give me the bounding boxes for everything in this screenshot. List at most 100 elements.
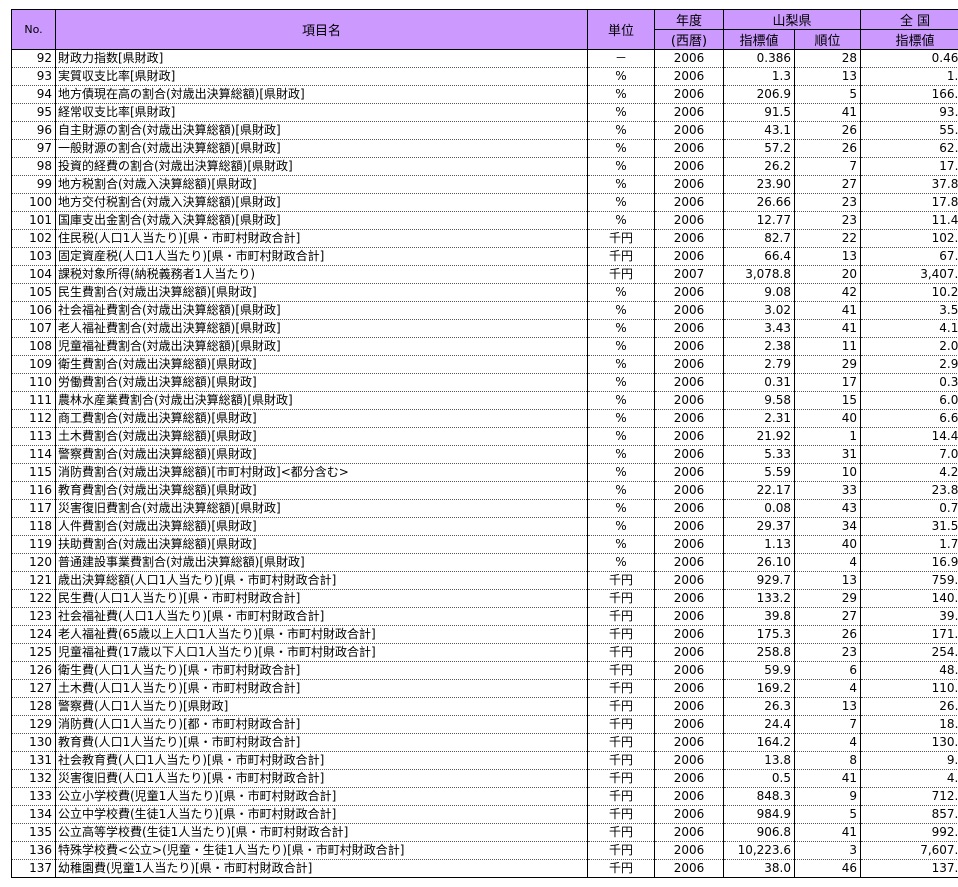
- row-item-name: 教育費(人口1人当たり)[県・市町村財政合計]: [55, 733, 588, 752]
- table-row: 137 幼稚園費(児童1人当たり)[県・市町村財政合計] 千円 2006 38.0 46 1…: [11, 859, 958, 878]
- row-number: 131: [11, 751, 56, 770]
- row-year: 2006: [654, 589, 724, 608]
- row-national-value: 55.2: [860, 121, 958, 140]
- row-unit: 千円: [587, 859, 655, 878]
- row-indicator-value: 57.2: [723, 139, 795, 158]
- row-rank: 13: [793, 247, 862, 266]
- row-national-value: 6.67: [860, 409, 958, 428]
- row-year: 2006: [654, 715, 724, 734]
- table-row: 104 課税対象所得(納税義務者1人当たり) 千円 2007 3,078.8 20 3,40…: [11, 265, 958, 284]
- row-number: 115: [11, 463, 56, 482]
- row-item-name: 消防費(人口1人当たり)[都・市町村財政合計]: [55, 715, 588, 734]
- row-rank: 41: [793, 769, 862, 788]
- row-rank: 29: [793, 355, 862, 374]
- row-number: 116: [11, 481, 56, 500]
- row-number: 114: [11, 445, 56, 464]
- row-year: 2006: [654, 499, 724, 518]
- row-unit: %: [587, 517, 655, 536]
- row-item-name: 労働費割合(対歳出決算総額)[県財政]: [55, 373, 588, 392]
- row-year: 2006: [654, 211, 724, 230]
- row-national-value: 140.2: [860, 589, 958, 608]
- row-rank: 42: [793, 283, 862, 302]
- row-item-name: 児童福祉費割合(対歳出決算総額)[県財政]: [55, 337, 588, 356]
- row-national-value: 166.4: [860, 85, 958, 104]
- table-row: 92財政力指数[県財政]－20060.386280.464: [11, 49, 958, 68]
- row-year: 2006: [654, 607, 724, 626]
- row-indicator-value: 169.2: [723, 679, 795, 698]
- table-row: 118人件費割合(対歳出決算総額)[県財政]%200629.373431.58: [11, 517, 958, 536]
- row-unit: 千円: [587, 787, 655, 806]
- table-row: 122 民生費(人口1人当たり)[県・市町村財政合計] 千円 2006 133.2 29 1…: [11, 589, 958, 608]
- row-number: 130: [11, 733, 56, 752]
- row-national-value: 7.06: [860, 445, 958, 464]
- row-rank: 4: [793, 553, 862, 572]
- row-rank: 46: [793, 859, 862, 878]
- row-unit: 千円: [587, 769, 655, 788]
- row-national-value: 857.2: [860, 805, 958, 824]
- table-row: 99地方税割合(対歳入決算総額)[県財政]%200623.902737.87: [11, 175, 958, 194]
- table-body: 92財政力指数[県財政]－20060.386280.46493実質収支比率[県財…: [11, 49, 958, 878]
- row-number: 106: [11, 301, 56, 320]
- row-number: 98: [11, 157, 56, 176]
- header-national-indicator: 指標値: [860, 29, 958, 50]
- row-year: 2006: [654, 409, 724, 428]
- row-unit: %: [587, 427, 655, 446]
- row-year: 2006: [654, 751, 724, 770]
- row-item-name: 土木費(人口1人当たり)[県・市町村財政合計]: [55, 679, 588, 698]
- row-national-value: 2.02: [860, 337, 958, 356]
- row-national-value: 62.3: [860, 139, 958, 158]
- row-rank: 40: [793, 409, 862, 428]
- row-rank: 7: [793, 715, 862, 734]
- row-indicator-value: 258.8: [723, 643, 795, 662]
- row-number: 121: [11, 571, 56, 590]
- row-indicator-value: 38.0: [723, 859, 795, 878]
- table-row: 93実質収支比率[県財政]%20061.3131.1: [11, 67, 958, 86]
- row-year: 2006: [654, 49, 724, 68]
- table-row: 98投資的経費の割合(対歳出決算総額)[県財政]%200626.2717.7: [11, 157, 958, 176]
- row-national-value: 23.84: [860, 481, 958, 500]
- row-indicator-value: 21.92: [723, 427, 795, 446]
- row-rank: 8: [793, 751, 862, 770]
- table-row: 130 教育費(人口1人当たり)[県・市町村財政合計] 千円 2006 164.2 4 13…: [11, 733, 958, 752]
- row-unit: %: [587, 283, 655, 302]
- row-national-value: 137.8: [860, 859, 958, 878]
- table-row: 115 消防費割合(対歳出決算総額)[市町村財政]<都分含む>% 2006 5.59 1…: [11, 463, 958, 482]
- row-year: 2006: [654, 247, 724, 266]
- row-national-value: 759.3: [860, 571, 958, 590]
- row-unit: 千円: [587, 805, 655, 824]
- table-row: 109衛生費割合(対歳出決算総額)[県財政]%20062.79292.95: [11, 355, 958, 374]
- row-rank: 6: [793, 661, 862, 680]
- row-number: 107: [11, 319, 56, 338]
- row-item-name: 固定資産税(人口1人当たり)[県・市町村財政合計]: [55, 247, 588, 266]
- row-year: 2006: [654, 229, 724, 248]
- row-number: 124: [11, 625, 56, 644]
- row-number: 111: [11, 391, 56, 410]
- row-number: 136: [11, 841, 56, 860]
- row-indicator-value: 2.31: [723, 409, 795, 428]
- row-number: 122: [11, 589, 56, 608]
- header-item-name: 項目名: [55, 9, 588, 50]
- row-unit: %: [587, 139, 655, 158]
- row-indicator-value: 26.2: [723, 157, 795, 176]
- row-rank: 26: [793, 139, 862, 158]
- row-item-name: 社会福祉費(人口1人当たり)[県・市町村財政合計]: [55, 607, 588, 626]
- row-national-value: 7,607.3: [860, 841, 958, 860]
- row-year: 2006: [654, 481, 724, 500]
- row-number: 112: [11, 409, 56, 428]
- row-number: 125: [11, 643, 56, 662]
- row-indicator-value: 9.08: [723, 283, 795, 302]
- row-unit: 千円: [587, 229, 655, 248]
- row-indicator-value: 22.17: [723, 481, 795, 500]
- row-year: 2006: [654, 373, 724, 392]
- row-rank: 40: [793, 535, 862, 554]
- row-indicator-value: 29.37: [723, 517, 795, 536]
- row-number: 135: [11, 823, 56, 842]
- row-national-value: 4.12: [860, 319, 958, 338]
- row-national-value: 0.71: [860, 499, 958, 518]
- row-item-name: 警察費(人口1人当たり)[県財政]: [55, 697, 588, 716]
- row-rank: 28: [793, 49, 862, 68]
- row-year: 2006: [654, 139, 724, 158]
- row-number: 108: [11, 337, 56, 356]
- row-number: 101: [11, 211, 56, 230]
- row-unit: %: [587, 463, 655, 482]
